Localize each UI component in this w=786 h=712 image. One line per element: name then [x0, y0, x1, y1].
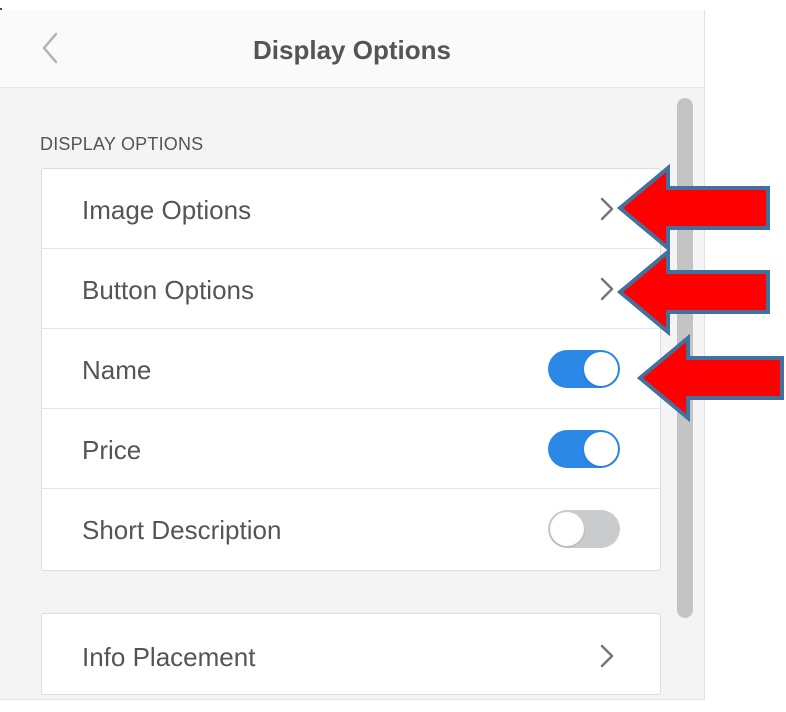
chevron-right-icon: [600, 197, 614, 221]
chevron-right-icon: [600, 277, 614, 301]
short-description-toggle[interactable]: [548, 510, 620, 548]
chevron-right-icon: [600, 644, 614, 668]
short-description-label: Short Description: [82, 515, 282, 545]
button-options-label: Button Options: [82, 275, 254, 305]
info-placement-row[interactable]: Info Placement: [41, 613, 661, 695]
toggle-knob: [584, 352, 618, 386]
display-options-panel: Display Options DISPLAY OPTIONS Image Op…: [0, 10, 705, 700]
image-options-label: Image Options: [82, 195, 252, 225]
price-toggle[interactable]: [548, 430, 620, 468]
scrollbar-thumb[interactable]: [677, 98, 693, 618]
toggle-knob: [550, 512, 584, 546]
page-title: Display Options: [253, 35, 451, 65]
price-label: Price: [82, 435, 142, 465]
display-options-card: Image Options Button Options Name Price …: [41, 168, 661, 571]
section-label: DISPLAY OPTIONS: [40, 134, 204, 154]
short-description-row: Short Description: [42, 489, 660, 569]
panel-header: Display Options: [0, 10, 704, 88]
info-placement-label: Info Placement: [82, 642, 256, 672]
price-row: Price: [42, 409, 660, 489]
name-row: Name: [42, 329, 660, 409]
name-toggle[interactable]: [548, 350, 620, 388]
name-label: Name: [82, 355, 152, 385]
toggle-knob: [584, 432, 618, 466]
button-options-row[interactable]: Button Options: [42, 249, 660, 329]
image-options-row[interactable]: Image Options: [42, 169, 660, 249]
